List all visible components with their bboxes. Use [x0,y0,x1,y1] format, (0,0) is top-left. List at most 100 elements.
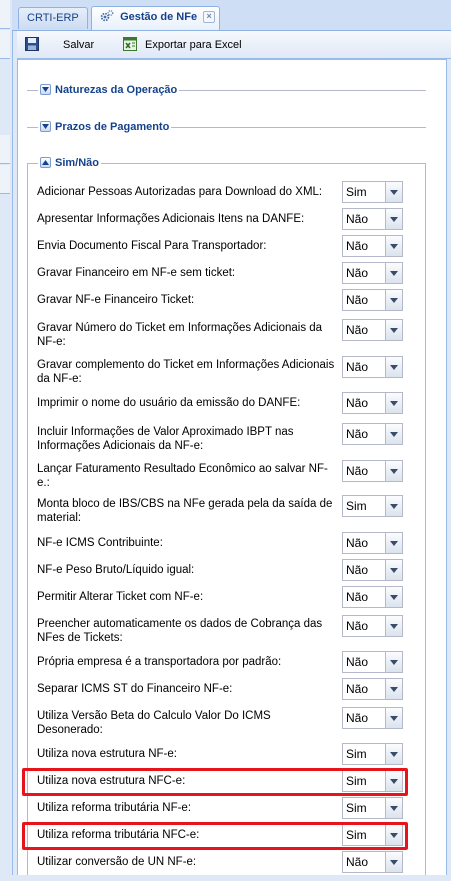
setting-label: Permitir Alterar Ticket com NF-e: [37,591,204,603]
chevron-up-icon[interactable] [40,156,51,168]
gear-icon [100,9,114,23]
select-value[interactable]: Não [342,651,386,673]
setting-label: Utilizar conversão de UN NF-e: [37,856,197,868]
save-button[interactable]: Salvar [63,36,94,54]
setting-select[interactable]: Não [342,262,403,284]
setting-select[interactable]: Sim [342,743,403,765]
setting-label: Utiliza Versão Beta do Calculo Valor Do … [37,710,271,736]
chevron-down-icon[interactable] [386,423,403,445]
chevron-down-icon[interactable] [386,743,403,765]
setting-label: Utiliza nova estrutura NFC-e: [37,775,186,787]
chevron-down-icon[interactable] [386,559,403,581]
select-value[interactable]: Não [342,356,386,378]
setting-select[interactable]: Não [342,460,403,482]
chevron-down-icon[interactable] [386,707,403,729]
setting-select[interactable]: Sim [342,824,403,846]
setting-select[interactable]: Não [342,707,403,729]
chevron-down-icon[interactable] [386,181,403,203]
section-naturezas[interactable]: Naturezas da Operação [38,82,180,98]
select-value[interactable]: Não [342,262,386,284]
setting-select[interactable]: Não [342,423,403,445]
chevron-down-icon[interactable] [386,770,403,792]
setting-label: Utiliza reforma tributária NFC-e: [37,829,200,841]
tab-crti-erp[interactable]: CRTI-ERP [18,7,88,29]
setting-label: Adicionar Pessoas Autorizadas para Downl… [37,186,323,198]
select-value[interactable]: Não [342,586,386,608]
select-value[interactable]: Sim [342,797,386,819]
chevron-down-icon[interactable] [386,495,403,517]
setting-label: Própria empresa é a transportadora por p… [37,656,282,668]
select-value[interactable]: Sim [342,181,386,203]
chevron-down-icon[interactable] [386,289,403,311]
chevron-down-icon[interactable] [40,120,51,132]
setting-select[interactable]: Sim [342,181,403,203]
setting-label: NF-e Peso Bruto/Líquido igual: [37,564,195,576]
section-prazos[interactable]: Prazos de Pagamento [38,119,172,135]
chevron-down-icon[interactable] [386,586,403,608]
setting-select[interactable]: Não [342,392,403,414]
setting-select[interactable]: Não [342,289,403,311]
chevron-down-icon[interactable] [386,356,403,378]
chevron-down-icon[interactable] [386,797,403,819]
select-value[interactable]: Não [342,392,386,414]
chevron-down-icon[interactable] [386,319,403,341]
close-icon[interactable]: × [203,11,216,23]
select-value[interactable]: Sim [342,770,386,792]
select-value[interactable]: Não [342,532,386,554]
chevron-down-icon[interactable] [386,460,403,482]
select-value[interactable]: Sim [342,743,386,765]
select-value[interactable]: Não [342,289,386,311]
tab-label: CRTI-ERP [27,12,79,24]
select-value[interactable]: Não [342,559,386,581]
chevron-down-icon[interactable] [386,615,403,637]
setting-label: NF-e ICMS Contribuinte: [37,537,163,549]
select-value[interactable]: Não [342,678,386,700]
setting-select[interactable]: Não [342,678,403,700]
section-title: Sim/Não [55,157,100,169]
setting-select[interactable]: Não [342,559,403,581]
setting-select[interactable]: Sim [342,495,403,517]
select-value[interactable]: Não [342,851,386,873]
tab-gestao-nfe[interactable]: Gestão de NFe × [91,6,221,30]
chevron-down-icon[interactable] [386,262,403,284]
setting-select[interactable]: Não [342,851,403,873]
chevron-down-icon[interactable] [40,83,51,95]
section-title: Prazos de Pagamento [55,121,170,133]
select-value[interactable]: Não [342,423,386,445]
chevron-down-icon[interactable] [386,651,403,673]
select-value[interactable]: Não [342,460,386,482]
select-value[interactable]: Sim [342,495,386,517]
chevron-down-icon[interactable] [386,678,403,700]
section-sim-nao[interactable]: Sim/Não [38,155,102,171]
chevron-down-icon[interactable] [386,824,403,846]
select-value[interactable]: Não [342,707,386,729]
chevron-down-icon[interactable] [386,851,403,873]
setting-select[interactable]: Não [342,586,403,608]
setting-select[interactable]: Sim [342,797,403,819]
setting-select[interactable]: Não [342,532,403,554]
select-value[interactable]: Não [342,615,386,637]
select-value[interactable]: Não [342,235,386,257]
setting-select[interactable]: Não [342,615,403,637]
setting-select[interactable]: Não [342,235,403,257]
chevron-down-icon[interactable] [386,208,403,230]
export-excel-button[interactable]: Exportar para Excel [123,36,242,54]
save-icon [25,37,39,51]
setting-select[interactable]: Não [342,356,403,378]
setting-label: Imprimir o nome do usuário da emissão do… [37,397,301,409]
section-title: Naturezas da Operação [55,84,178,96]
setting-select[interactable]: Não [342,319,403,341]
setting-select[interactable]: Sim [342,770,403,792]
chevron-down-icon[interactable] [386,392,403,414]
setting-label: Apresentar Informações Adicionais Itens … [37,213,305,225]
bottom-bar [0,875,451,881]
save-label: Salvar [63,39,95,51]
setting-select[interactable]: Não [342,208,403,230]
setting-label: Gravar Número do Ticket em Informações A… [37,322,323,348]
chevron-down-icon[interactable] [386,532,403,554]
select-value[interactable]: Não [342,319,386,341]
select-value[interactable]: Não [342,208,386,230]
select-value[interactable]: Sim [342,824,386,846]
chevron-down-icon[interactable] [386,235,403,257]
setting-select[interactable]: Não [342,651,403,673]
